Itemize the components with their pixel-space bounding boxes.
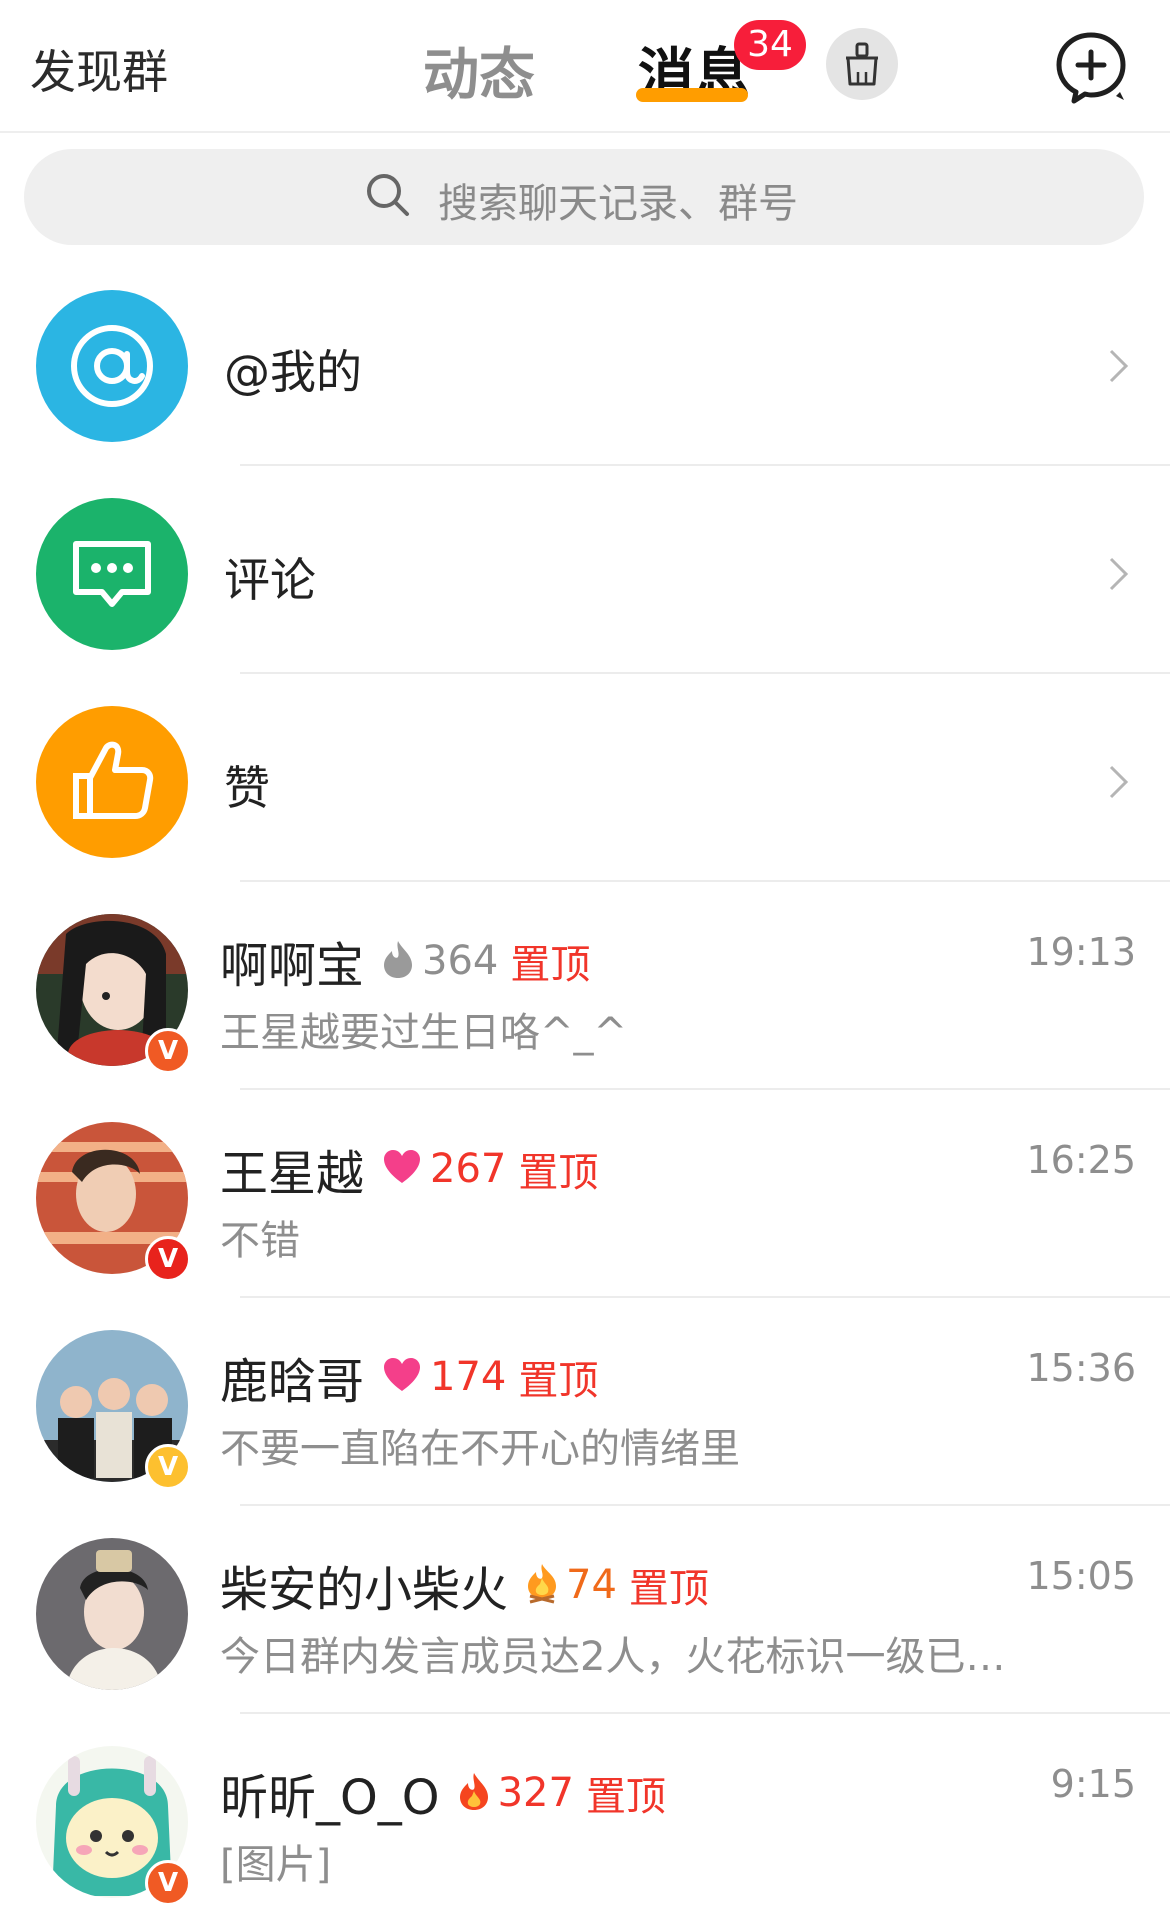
chat-preview: 王星越要过生日咯^_^	[220, 1010, 628, 1056]
comment-icon	[73, 541, 151, 607]
pinned-label: 置顶	[585, 1774, 666, 1820]
active-tab-indicator	[636, 88, 748, 102]
broom-icon	[846, 42, 878, 86]
chat-time: 16:25	[1026, 1138, 1136, 1182]
chat-row[interactable]: V 王星越 267 置顶 16:25 不错	[0, 1092, 1170, 1298]
divider	[240, 1088, 1170, 1090]
entry-row-mentions[interactable]: @我的	[0, 260, 1170, 466]
search-bar[interactable]: 搜索聊天记录、群号	[24, 149, 1144, 245]
fire-icon	[458, 1771, 490, 1815]
chat-preview: 今日群内发言成员达2人，火花标识一级已…	[220, 1634, 1006, 1680]
chevron-right-icon	[1109, 349, 1129, 383]
chat-title-line: 柴安的小柴火 74 置顶	[220, 1550, 709, 1618]
chat-name: 柴安的小柴火	[220, 1562, 509, 1618]
mentions-avatar	[36, 290, 188, 442]
chat-row[interactable]: V 鹿晗哥 174 置顶 15:36 不要一直陷在不开心的情绪里	[0, 1300, 1170, 1506]
divider	[240, 1712, 1170, 1714]
discover-groups-link[interactable]: 发现群	[30, 36, 168, 102]
verified-badge: V	[145, 1028, 191, 1074]
entry-label: @我的	[224, 345, 362, 399]
chat-title-line: 昕昕_O_O 327 置顶	[220, 1758, 666, 1826]
pinned-label: 置顶	[510, 942, 591, 988]
new-chat-button[interactable]	[1054, 30, 1128, 104]
gray-flame-icon	[382, 939, 414, 983]
plus-bubble-icon	[1056, 32, 1126, 104]
chat-time: 9:15	[1050, 1762, 1136, 1806]
chat-name: 昕昕_O_O	[220, 1770, 440, 1826]
at-icon	[71, 325, 153, 407]
chevron-right-icon	[1109, 557, 1129, 591]
streak-count: 327	[497, 1770, 574, 1816]
search-placeholder: 搜索聊天记录、群号	[438, 181, 798, 227]
verified-badge: V	[145, 1860, 191, 1906]
heart-icon	[382, 1357, 422, 1397]
verified-badge: V	[145, 1236, 191, 1282]
pinned-label: 置顶	[518, 1150, 599, 1196]
divider	[240, 1504, 1170, 1506]
streak-count: 267	[430, 1146, 507, 1192]
avatar	[36, 1538, 188, 1690]
chat-name: 鹿晗哥	[220, 1354, 365, 1410]
unread-badge: 34	[734, 20, 806, 70]
heart-icon	[382, 1149, 422, 1189]
chat-preview: 不要一直陷在不开心的情绪里	[220, 1426, 740, 1472]
search-icon	[367, 174, 409, 216]
top-bar: 发现群 动态 消息 34	[0, 0, 1170, 133]
chat-time: 19:13	[1026, 930, 1136, 974]
pinned-label: 置顶	[518, 1358, 599, 1404]
chat-title-line: 鹿晗哥 174 置顶	[220, 1342, 599, 1410]
chat-name: 啊啊宝	[220, 938, 365, 994]
chat-row[interactable]: V 昕昕_O_O 327 置顶 9:15 [图片]	[0, 1716, 1170, 1922]
entry-row-likes[interactable]: 赞	[0, 676, 1170, 882]
thumbs-up-icon	[73, 741, 154, 819]
chat-preview: 不错	[220, 1218, 300, 1264]
divider	[240, 464, 1170, 466]
chat-row[interactable]: V 啊啊宝 364 置顶 19:13 王星越要过生日咯^_^	[0, 884, 1170, 1090]
comments-avatar	[36, 498, 188, 650]
chat-name: 王星越	[220, 1146, 365, 1202]
verified-badge: V	[145, 1444, 191, 1490]
campfire-icon	[526, 1562, 558, 1608]
streak-count: 74	[566, 1562, 617, 1608]
clean-button[interactable]	[826, 28, 898, 100]
entry-row-comments[interactable]: 评论	[0, 468, 1170, 674]
divider	[240, 1296, 1170, 1298]
chat-title-line: 啊啊宝 364 置顶	[220, 926, 591, 994]
divider	[240, 880, 1170, 882]
entry-label: 评论	[224, 553, 316, 607]
tab-dynamic[interactable]: 动态	[423, 30, 535, 111]
chevron-right-icon	[1109, 765, 1129, 799]
divider	[240, 672, 1170, 674]
likes-avatar	[36, 706, 188, 858]
chat-time: 15:05	[1026, 1554, 1136, 1598]
chat-preview: [图片]	[220, 1842, 332, 1888]
chat-title-line: 王星越 267 置顶	[220, 1134, 599, 1202]
pinned-label: 置顶	[628, 1566, 709, 1612]
streak-count: 174	[430, 1354, 507, 1400]
chat-time: 15:36	[1026, 1346, 1136, 1390]
entry-label: 赞	[224, 761, 270, 815]
streak-count: 364	[422, 938, 499, 984]
chat-row[interactable]: 柴安的小柴火 74 置顶 15:05 今日群内发言成员达2人，火花标识一级已…	[0, 1508, 1170, 1714]
